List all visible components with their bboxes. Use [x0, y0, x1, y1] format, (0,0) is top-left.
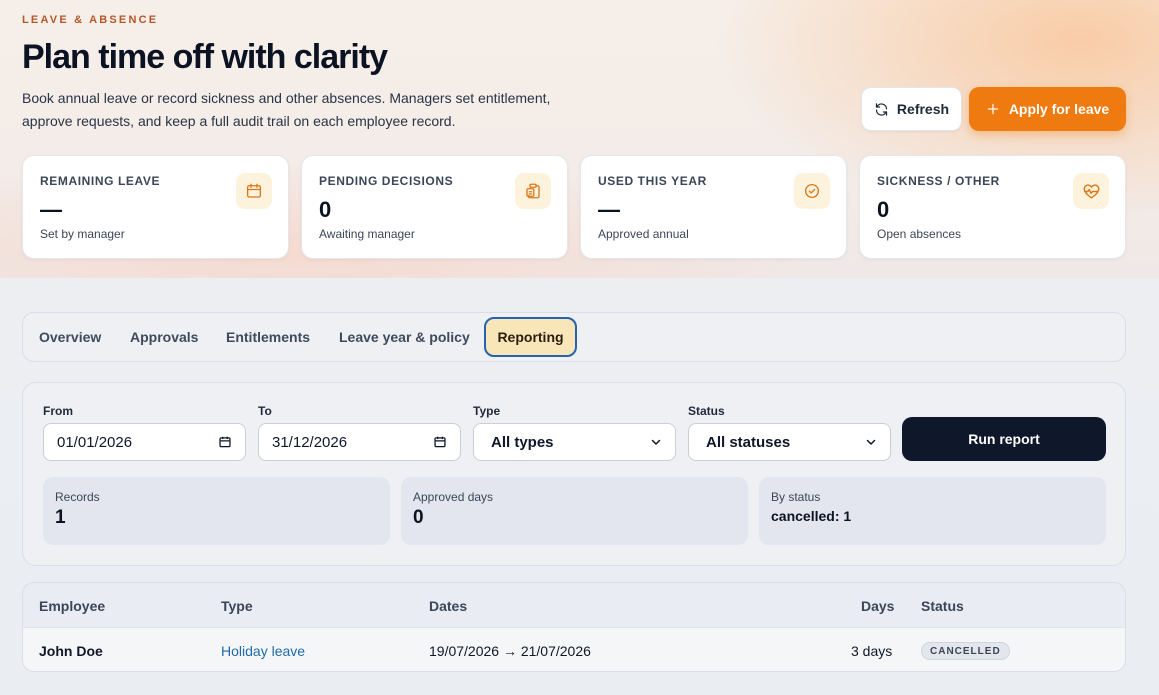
column-header-status: Status: [921, 598, 964, 614]
plus-icon: [986, 102, 1000, 116]
refresh-icon: [874, 102, 889, 117]
section-eyebrow: LEAVE & ABSENCE: [22, 14, 159, 26]
stat-sub: Set by manager: [40, 227, 125, 241]
stat-card-used-this-year: USED THIS YEAR — Approved annual: [580, 155, 847, 259]
to-date-value: 31/12/2026: [272, 433, 348, 451]
stat-card-remaining-leave: REMAINING LEAVE — Set by manager: [22, 155, 289, 259]
from-label: From: [43, 404, 73, 418]
stat-value: —: [598, 197, 620, 222]
column-header-days: Days: [861, 598, 895, 614]
summary-approved-days: Approved days 0: [401, 477, 748, 545]
summary-value: cancelled: 1: [771, 508, 852, 524]
column-header-type: Type: [221, 598, 253, 614]
tab-overview[interactable]: Overview: [39, 317, 101, 357]
stat-label: REMAINING LEAVE: [40, 174, 161, 188]
cell-employee: John Doe: [39, 643, 103, 659]
cell-days: 3 days: [851, 643, 893, 659]
apply-label: Apply for leave: [1008, 101, 1110, 117]
status-label: Status: [688, 404, 725, 418]
to-label: To: [258, 404, 272, 418]
chevron-down-icon: [865, 436, 877, 448]
table-row[interactable]: John Doe Holiday leave 19/07/2026 → 21/0…: [23, 627, 1125, 671]
tab-bar: Overview Approvals Entitlements Leave ye…: [22, 312, 1126, 362]
column-header-dates: Dates: [429, 598, 468, 614]
cell-dates: 19/07/2026 → 21/07/2026: [429, 643, 591, 659]
report-filter-panel: From 01/01/2026 To 31/12/2026 Type All t…: [22, 382, 1126, 566]
stat-label: SICKNESS / OTHER: [877, 174, 1000, 188]
apply-for-leave-button[interactable]: Apply for leave: [969, 87, 1126, 131]
stat-label: USED THIS YEAR: [598, 174, 707, 188]
to-date-input[interactable]: 31/12/2026: [258, 423, 461, 461]
page-subtitle: Book annual leave or record sickness and…: [22, 90, 551, 129]
summary-value: 1: [55, 507, 66, 528]
tab-leave-year-policy[interactable]: Leave year & policy: [339, 317, 470, 357]
refresh-button[interactable]: Refresh: [861, 87, 962, 131]
from-date-value: 01/01/2026: [57, 433, 133, 451]
refresh-label: Refresh: [896, 101, 950, 117]
stat-sub: Approved annual: [598, 227, 689, 241]
type-select-value: All types: [491, 433, 554, 451]
stat-card-pending-decisions: PENDING DECISIONS 0 Awaiting manager: [301, 155, 568, 259]
clipboard-icon: [515, 173, 551, 209]
summary-by-status: By status cancelled: 1: [759, 477, 1106, 545]
calendar-icon: [236, 173, 272, 209]
table-header: Employee Type Dates Days Status: [23, 583, 1125, 627]
status-select[interactable]: All statuses: [688, 423, 891, 461]
summary-label: Approved days: [413, 490, 494, 504]
page-title: Plan time off with clarity: [22, 38, 388, 76]
status-badge: CANCELLED: [921, 642, 1010, 660]
stat-value: 0: [319, 197, 332, 222]
tab-entitlements[interactable]: Entitlements: [226, 317, 310, 357]
stat-sub: Awaiting manager: [319, 227, 415, 241]
report-table: Employee Type Dates Days Status John Doe…: [22, 582, 1126, 672]
column-header-employee: Employee: [39, 598, 106, 614]
calendar-icon[interactable]: [218, 435, 232, 449]
status-select-value: All statuses: [706, 433, 791, 451]
calendar-icon[interactable]: [433, 435, 447, 449]
stat-sub: Open absences: [877, 227, 962, 241]
stat-value: —: [40, 197, 62, 222]
summary-label: By status: [771, 490, 821, 504]
stat-value: 0: [877, 197, 890, 222]
tab-approvals[interactable]: Approvals: [130, 317, 198, 357]
run-report-button[interactable]: Run report: [902, 417, 1106, 461]
heart-pulse-icon: [1073, 173, 1109, 209]
summary-label: Records: [55, 490, 100, 504]
chevron-down-icon: [650, 436, 662, 448]
tab-reporting[interactable]: Reporting: [484, 317, 577, 357]
type-label: Type: [473, 404, 501, 418]
from-date-input[interactable]: 01/01/2026: [43, 423, 246, 461]
stat-card-sickness-other: SICKNESS / OTHER 0 Open absences: [859, 155, 1126, 259]
cell-type-link[interactable]: Holiday leave: [221, 643, 305, 659]
summary-value: 0: [413, 507, 424, 528]
summary-records: Records 1: [43, 477, 390, 545]
type-select[interactable]: All types: [473, 423, 676, 461]
check-circle-icon: [794, 173, 830, 209]
stat-label: PENDING DECISIONS: [319, 174, 454, 188]
